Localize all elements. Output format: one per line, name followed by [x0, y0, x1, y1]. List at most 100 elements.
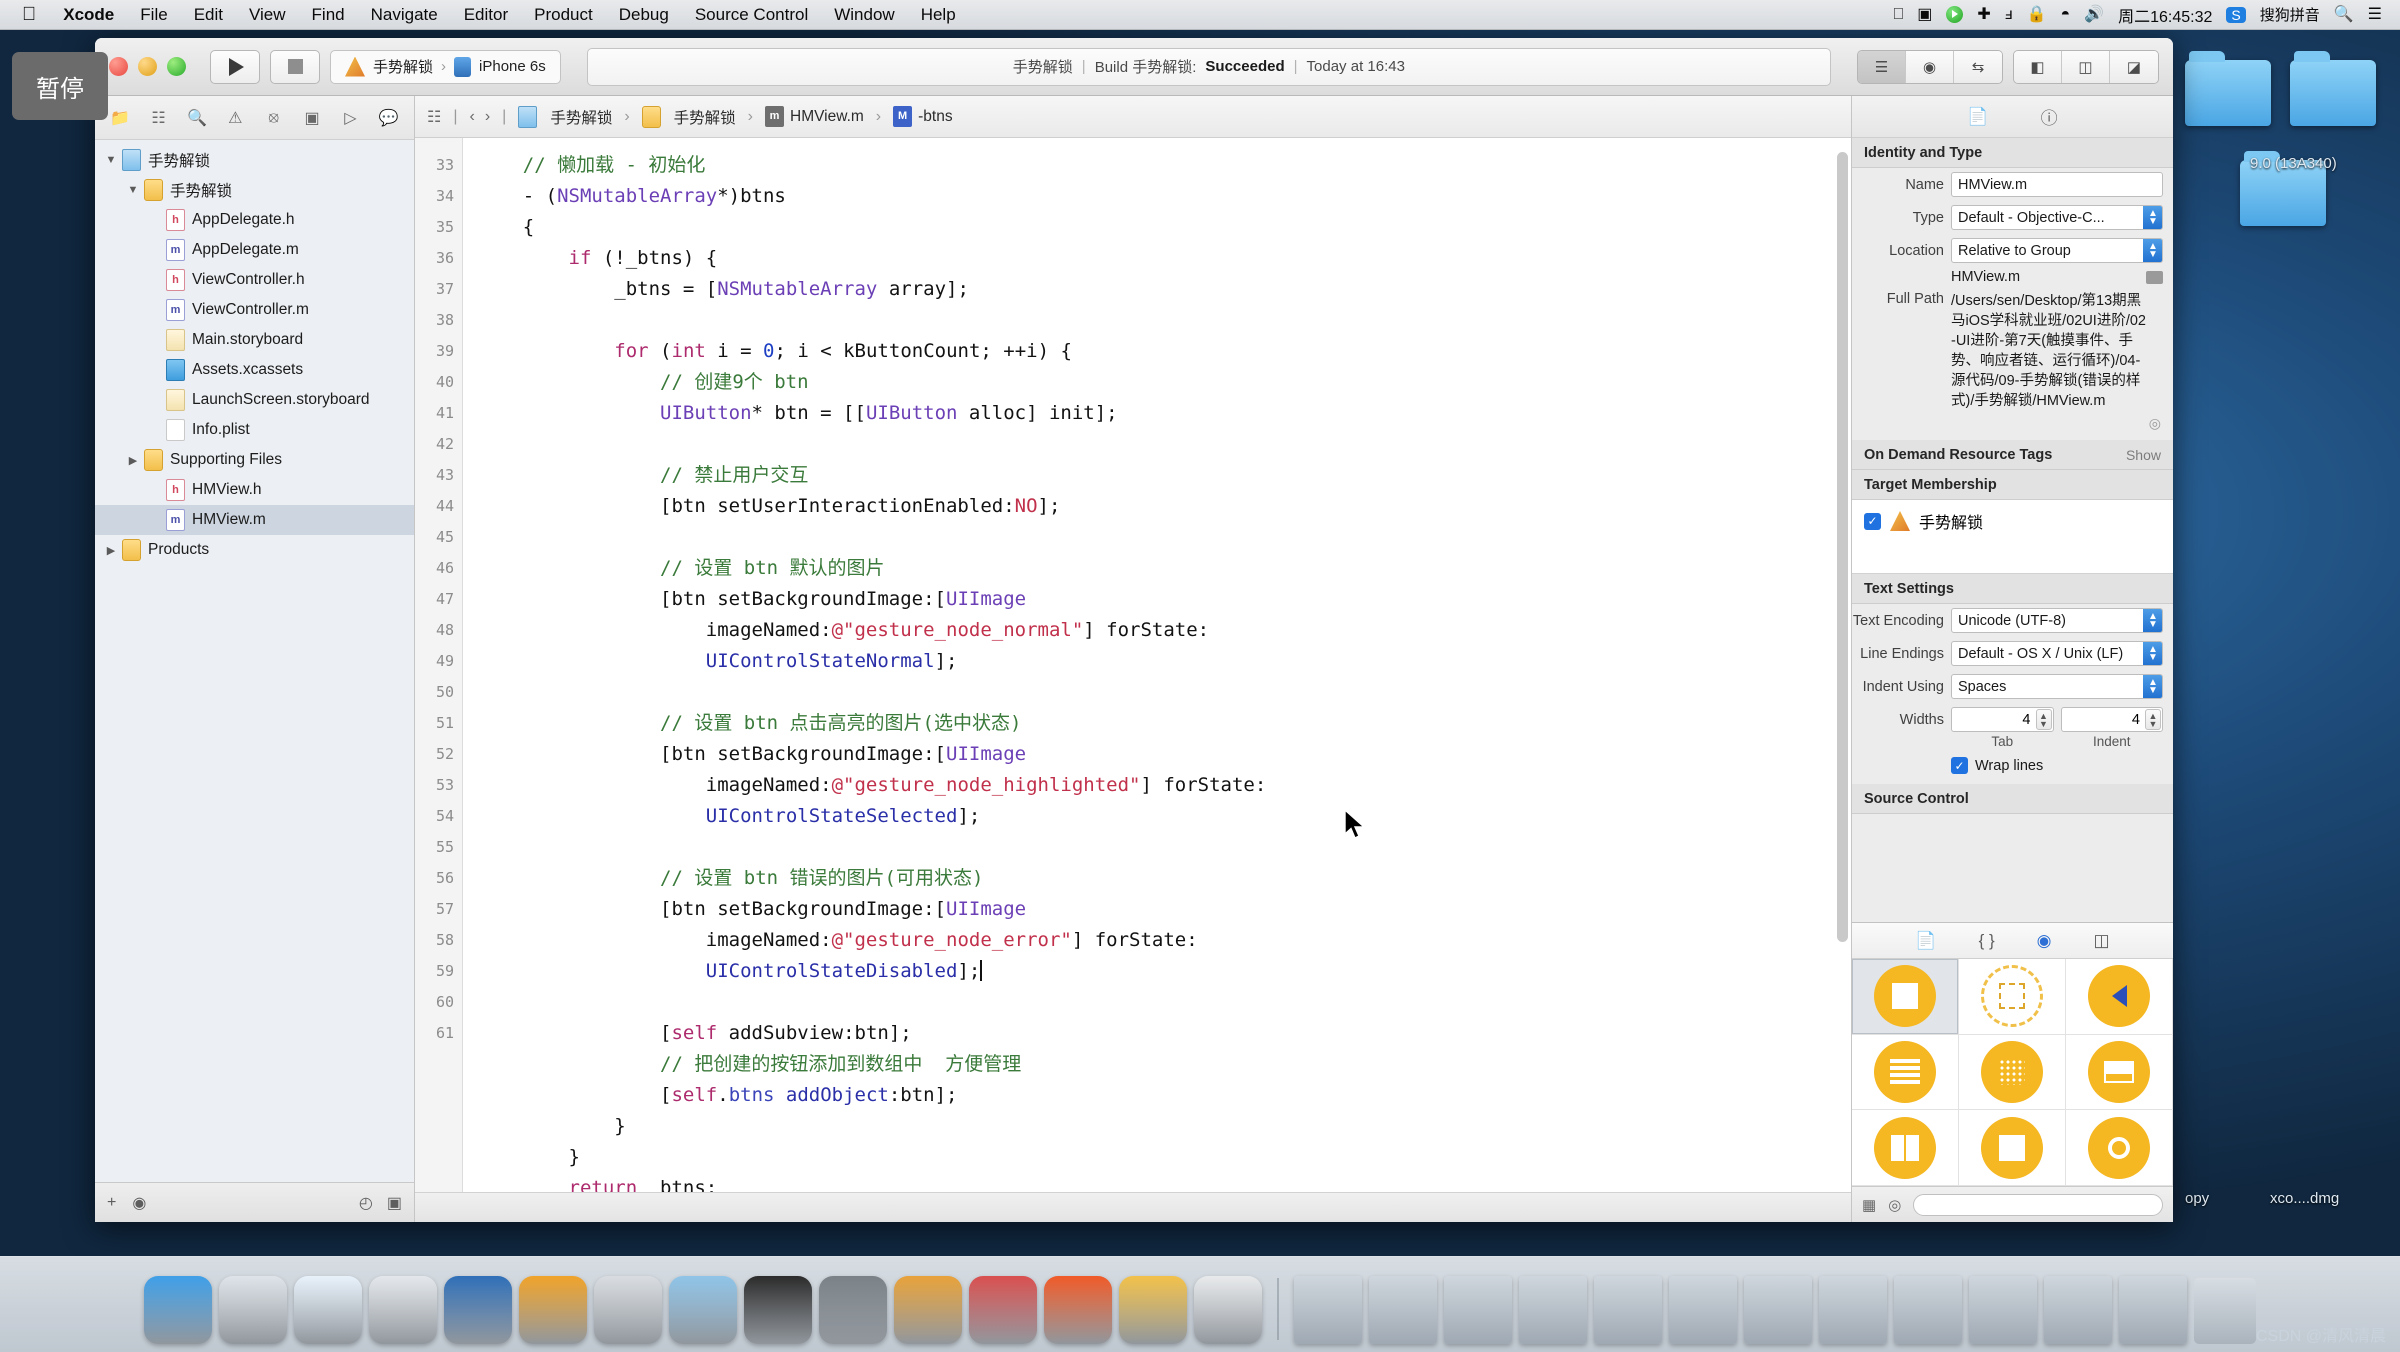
filter-icon[interactable]: ◉ [132, 1193, 146, 1213]
search-icon[interactable]: 🔍 [2334, 6, 2354, 23]
menu-item-editor[interactable]: Editor [451, 5, 521, 25]
dock-minimized-window[interactable] [1669, 1276, 1737, 1344]
settings-icon[interactable] [819, 1276, 887, 1344]
terminal-icon[interactable] [744, 1276, 812, 1344]
build-status-bar[interactable]: 手势解锁 | Build 手势解锁: Succeeded | Today at … [586, 47, 1831, 86]
sketch-app-icon[interactable] [519, 1276, 587, 1344]
help-icon[interactable] [969, 1276, 1037, 1344]
code-line[interactable]: - (NSMutableArray*)btns [477, 181, 1851, 212]
navigator-toggle-icon[interactable]: ◧ [2014, 50, 2062, 83]
code-line[interactable]: imageNamed:@"gesture_node_highlighted"] … [477, 770, 1851, 801]
code-line[interactable]: // 禁止用户交互 [477, 460, 1851, 491]
code-line[interactable]: UIButton* btn = [[UIButton alloc] init]; [477, 398, 1851, 429]
quick-help-icon[interactable]: ⓘ [2041, 104, 2058, 129]
code-line[interactable]: // 把创建的按钮添加到数组中 方便管理 [477, 1049, 1851, 1080]
file-tree-row[interactable]: ▶ Supporting Files [95, 445, 414, 475]
object-library-grid[interactable] [1852, 959, 2173, 1186]
code-line[interactable] [477, 305, 1851, 336]
choose-folder-icon[interactable] [2146, 270, 2163, 284]
tab-width-stepper[interactable]: 4 ▲ ▼ [1951, 707, 2054, 732]
screen-record-icon[interactable]: ▣ [1917, 6, 1932, 23]
dock-minimized-window[interactable] [1444, 1276, 1512, 1344]
dock-minimized-window[interactable] [1894, 1276, 1962, 1344]
code-line[interactable]: UIControlStateDisabled]; [477, 956, 1851, 987]
report-navigator-icon[interactable]: 💬 [370, 103, 408, 133]
safari-icon[interactable] [294, 1276, 362, 1344]
file-tree-row[interactable]: Assets.xcassets [95, 355, 414, 385]
code-line[interactable]: [btn setBackgroundImage:[UIImage [477, 739, 1851, 770]
menu-item-navigate[interactable]: Navigate [358, 5, 451, 25]
on-demand-show-link[interactable]: Show [2126, 447, 2161, 463]
dock-minimized-window[interactable] [1294, 1276, 1362, 1344]
launchpad-icon[interactable] [219, 1276, 287, 1344]
list-icon[interactable]: ☰ [2368, 6, 2382, 23]
code-area[interactable]: 33 34 35 36 37 38 39 40 41 42 43 44 45 46 47 48 49 50 51 52… [415, 138, 1851, 1192]
postman-icon[interactable] [1044, 1276, 1112, 1344]
grid-view-icon[interactable]: ▦ [1862, 1196, 1876, 1214]
bluetooth-icon[interactable]: ⅎ [2005, 6, 2013, 23]
file-template-library-icon[interactable]: 📄 [1915, 931, 1936, 951]
find-navigator-icon[interactable]: 🔍 [178, 103, 216, 133]
type-popup[interactable]: Default - Objective-C... ▲ ▼ [1951, 205, 2163, 230]
volume-icon[interactable]: 🔊 [2084, 6, 2104, 23]
library-search-input[interactable] [1913, 1193, 2163, 1216]
menu-item-product[interactable]: Product [521, 5, 606, 25]
menu-item-view[interactable]: View [236, 5, 299, 25]
dock-minimized-window[interactable] [1369, 1276, 1437, 1344]
close-button[interactable] [109, 57, 128, 76]
code-line[interactable]: return _btns; [477, 1173, 1851, 1192]
code-line[interactable]: [self.btns addObject:btn]; [477, 1080, 1851, 1111]
chevron-updown-icon-3[interactable]: ▲ ▼ [2143, 609, 2162, 632]
source-control-icon[interactable]: ▣ [387, 1193, 402, 1213]
code-line[interactable]: // 创建9个 btn [477, 367, 1851, 398]
add-file-button[interactable]: + [107, 1194, 116, 1212]
code-line[interactable]: if (!_btns) { [477, 243, 1851, 274]
code-line[interactable]: _btns = [NSMutableArray array]; [477, 274, 1851, 305]
menu-item-edit[interactable]: Edit [181, 5, 236, 25]
code-line[interactable]: // 设置 btn 错误的图片(可用状态) [477, 863, 1851, 894]
code-line[interactable]: } [477, 1142, 1851, 1173]
wrap-lines-checkbox[interactable]: ✓ [1951, 757, 1968, 774]
breadcrumb-project[interactable]: 手势解锁 [518, 105, 612, 128]
wifi-icon[interactable]: ◓ [2060, 6, 2070, 23]
page-view-controller-object[interactable] [1959, 1110, 2066, 1186]
play-status-icon[interactable] [1946, 6, 1964, 23]
debug-toggle-icon[interactable]: ◫ [2062, 50, 2110, 83]
code-line[interactable] [477, 987, 1851, 1018]
ruler-icon[interactable] [594, 1276, 662, 1344]
zoom-button[interactable] [167, 57, 186, 76]
stop-button[interactable] [270, 49, 320, 84]
target-membership-row[interactable]: ✓ 手势解锁 [1852, 500, 2173, 542]
breakpoint-navigator-icon[interactable]: ▷ [331, 103, 369, 133]
magicmouse-icon[interactable] [369, 1276, 437, 1344]
back-navigation-icon[interactable]: ‹ [470, 108, 475, 126]
dock-minimized-window[interactable] [1519, 1276, 1587, 1344]
table-view-controller-object[interactable] [1852, 1034, 1959, 1111]
code-snippet-library-icon[interactable]: { } [1979, 931, 1995, 951]
file-tree-row[interactable]: ▶ Products [95, 535, 414, 565]
text-encoding-popup[interactable]: Unicode (UTF-8) ▲ ▼ [1951, 608, 2163, 633]
code-line[interactable]: for (int i = 0; i < kButtonCount; ++i) { [477, 336, 1851, 367]
file-tree-row[interactable]: Main.storyboard [95, 325, 414, 355]
code-line[interactable]: UIControlStateNormal]; [477, 646, 1851, 677]
code-line[interactable]: [btn setBackgroundImage:[UIImage [477, 894, 1851, 925]
ime-badge-icon[interactable]: S [2226, 6, 2246, 23]
vpn-icon[interactable]: ✚ [1977, 6, 1990, 23]
sketch-icon[interactable] [894, 1276, 962, 1344]
file-tree-row[interactable]: m AppDelegate.m [95, 235, 414, 265]
code-line[interactable] [477, 832, 1851, 863]
dock-minimized-window[interactable] [1594, 1276, 1662, 1344]
disclosure-triangle-icon[interactable]: ▼ [103, 154, 119, 166]
folder-icon[interactable] [1119, 1276, 1187, 1344]
debug-navigator-icon[interactable]: ▣ [293, 103, 331, 133]
airplay-icon[interactable]: ⎕ [1894, 6, 1904, 23]
breadcrumb-group[interactable]: 手势解锁 [641, 105, 736, 128]
code-line[interactable]: imageNamed:@"gesture_node_normal"] forSt… [477, 615, 1851, 646]
full-path-reveal-icon[interactable]: ◎ [1852, 415, 2173, 440]
ime-label[interactable]: 搜狗拼音 [2260, 4, 2320, 25]
file-inspector-icon[interactable]: 📄 [1967, 107, 1988, 127]
recent-icon[interactable]: ◴ [359, 1193, 373, 1213]
trash-icon[interactable] [2194, 1278, 2256, 1344]
desktop-folder-1[interactable] [2185, 51, 2271, 126]
file-tree-row[interactable]: m ViewController.m [95, 295, 414, 325]
